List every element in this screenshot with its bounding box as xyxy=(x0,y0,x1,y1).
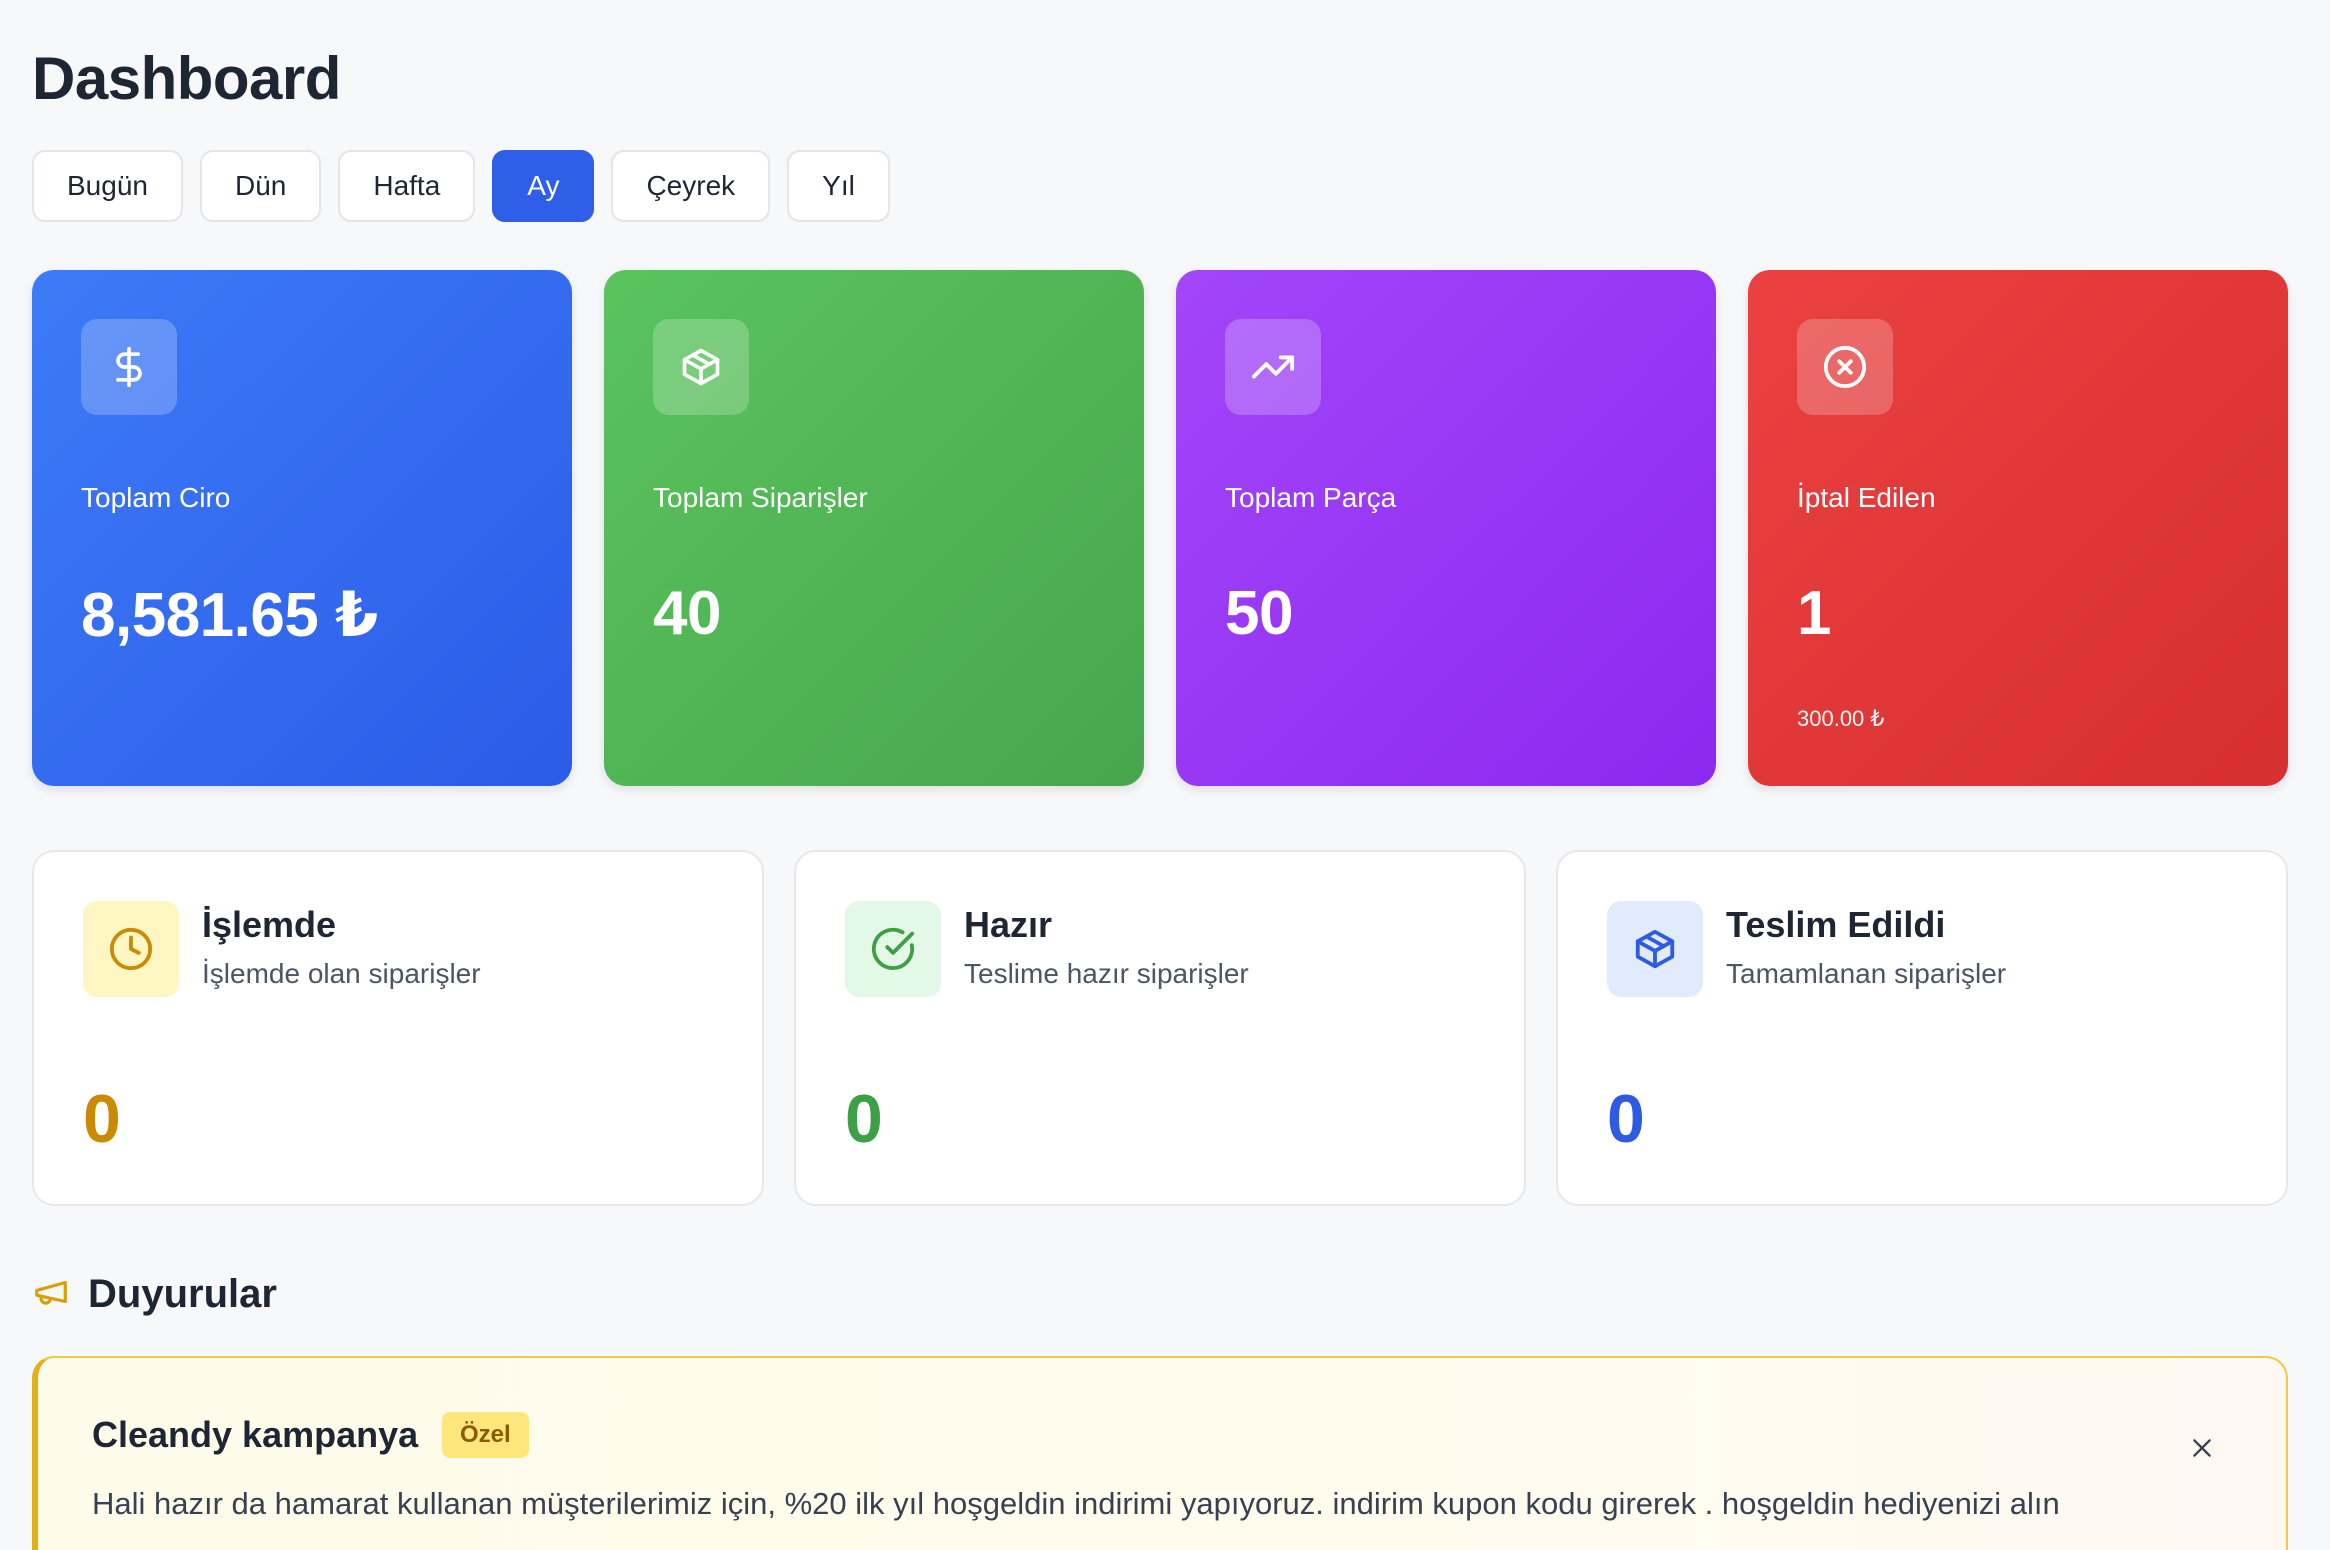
status-title: Hazır xyxy=(964,904,1053,945)
stat-value: 1 xyxy=(1797,579,1831,648)
announcements-header: Duyurular xyxy=(32,1272,277,1317)
stat-value: 50 xyxy=(1225,579,1293,648)
period-quarter-button[interactable]: Çeyrek xyxy=(611,150,771,222)
status-count: 0 xyxy=(845,1081,883,1157)
stat-card-parts: Toplam Parça 50 xyxy=(1176,270,1716,786)
page-title: Dashboard xyxy=(32,45,341,112)
cancelled-amount: 300.00 ₺ xyxy=(1797,706,1885,731)
stat-label: Toplam Ciro xyxy=(81,482,231,513)
dashboard-page: Dashboard Bugün Dün Hafta Ay Çeyrek Yıl … xyxy=(0,0,2330,1550)
status-count: 0 xyxy=(83,1081,121,1157)
stat-label: İptal Edilen xyxy=(1797,482,1936,513)
trending-up-icon xyxy=(1225,319,1321,415)
stat-label: Toplam Siparişler xyxy=(653,482,868,513)
status-description: Tamamlanan siparişler xyxy=(1726,958,2007,989)
period-year-button[interactable]: Yıl xyxy=(787,150,890,222)
x-circle-icon xyxy=(1797,319,1893,415)
status-card-processing: İşlemde İşlemde olan siparişler 0 xyxy=(32,850,764,1206)
period-filter: Bugün Dün Hafta Ay Çeyrek Yıl xyxy=(32,150,890,222)
stat-card-orders: Toplam Siparişler 40 xyxy=(604,270,1144,786)
period-week-button[interactable]: Hafta xyxy=(338,150,476,222)
stat-card-cancelled: İptal Edilen 1 300.00 ₺ xyxy=(1748,270,2288,786)
status-title: İşlemde xyxy=(202,904,337,945)
period-yesterday-button[interactable]: Dün xyxy=(199,150,322,222)
check-circle-icon xyxy=(845,901,941,997)
period-today-button[interactable]: Bugün xyxy=(32,150,183,222)
megaphone-icon xyxy=(32,1273,70,1316)
order-status-row: İşlemde İşlemde olan siparişler 0 Hazır … xyxy=(32,850,2288,1206)
announcement-badge: Özel xyxy=(442,1412,529,1458)
status-card-ready: Hazır Teslime hazır siparişler 0 xyxy=(794,850,1526,1206)
stat-label: Toplam Parça xyxy=(1225,482,1397,513)
status-title: Teslim Edildi xyxy=(1726,904,1946,945)
stat-value: 8,581.65 ₺ xyxy=(81,581,378,650)
dollar-icon xyxy=(81,319,177,415)
status-description: İşlemde olan siparişler xyxy=(202,958,481,989)
status-count: 0 xyxy=(1607,1081,1645,1157)
announcement-card: Cleandy kampanya Özel Hali hazır da hama… xyxy=(32,1356,2288,1550)
stat-card-revenue: Toplam Ciro 8,581.65 ₺ xyxy=(32,270,572,786)
box-icon xyxy=(1607,901,1703,997)
announcements-title: Duyurular xyxy=(88,1272,277,1316)
status-description: Teslime hazır siparişler xyxy=(964,958,1249,989)
period-month-button[interactable]: Ay xyxy=(492,150,595,222)
stat-value: 40 xyxy=(653,579,721,648)
box-icon xyxy=(653,319,749,415)
status-card-delivered: Teslim Edildi Tamamlanan siparişler 0 xyxy=(1556,850,2288,1206)
close-icon[interactable] xyxy=(2182,1428,2222,1468)
announcement-body: Hali hazır da hamarat kullanan müşterile… xyxy=(92,1486,2060,1521)
clock-icon xyxy=(83,901,179,997)
stats-row: Toplam Ciro 8,581.65 ₺ Toplam Siparişler… xyxy=(32,270,2288,786)
announcement-title: Cleandy kampanya xyxy=(92,1414,419,1455)
